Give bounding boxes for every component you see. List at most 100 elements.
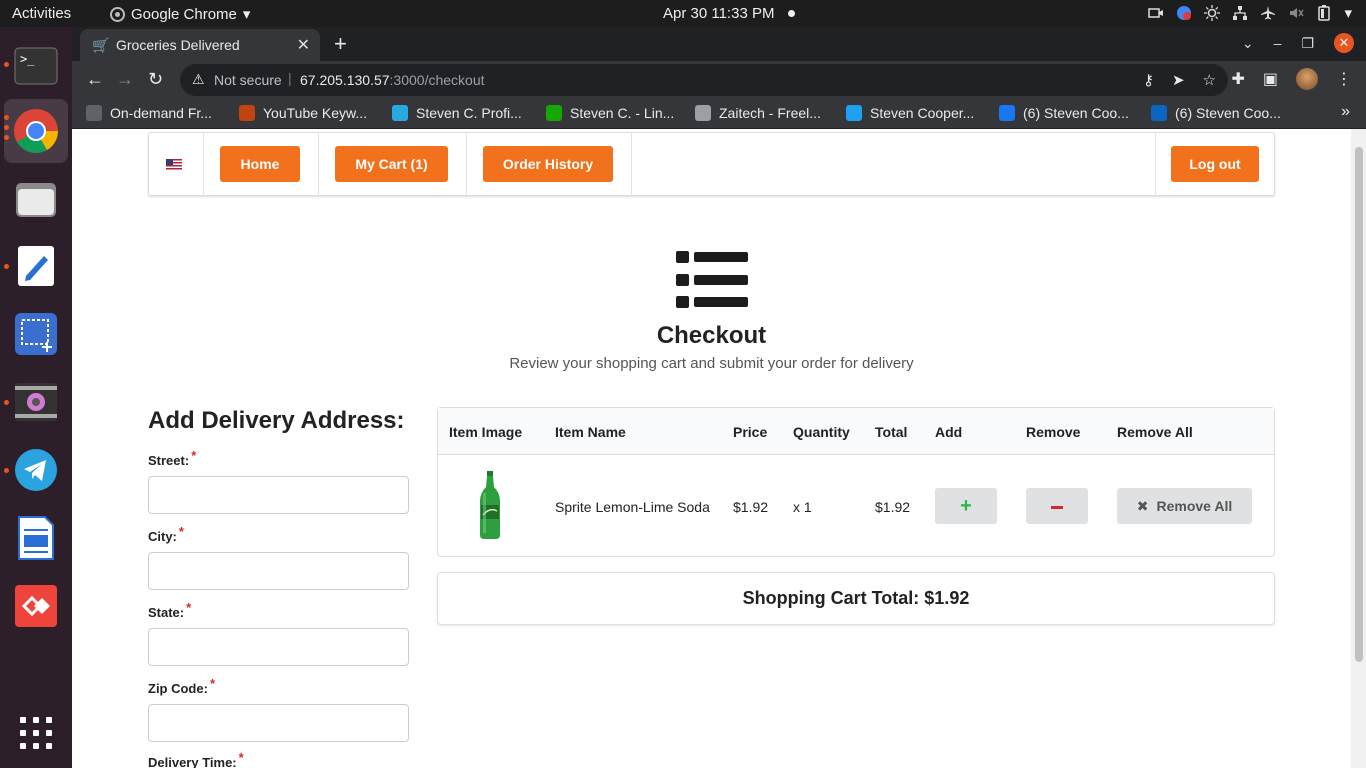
street-input[interactable] <box>148 476 409 514</box>
system-tray[interactable]: ▾ <box>1148 4 1352 22</box>
tab-search-icon[interactable]: ⌄ <box>1242 35 1254 52</box>
star-icon[interactable]: ☆ <box>1203 71 1216 89</box>
cart-favicon-icon: 🛒 <box>92 37 110 53</box>
bookmark-item[interactable]: Steven Cooper... <box>846 105 974 121</box>
window-controls: ⌄ – ❐ ✕ <box>1242 33 1354 53</box>
bookmark-item[interactable]: On-demand Fr... <box>86 105 212 121</box>
state-input[interactable] <box>148 628 409 666</box>
order-history-button[interactable]: Order History <box>483 146 613 182</box>
col-item-name: Item Name <box>555 424 626 440</box>
forward-arrow-icon[interactable]: → <box>116 69 134 90</box>
bird-icon <box>392 105 408 121</box>
app-menu-label: Google Chrome <box>131 5 237 23</box>
chrome-icon <box>14 109 58 153</box>
address-bar[interactable]: ⚠ Not secure | 67.205.130.57:3000/checko… <box>180 64 1228 96</box>
logout-button[interactable]: Log out <box>1171 146 1259 182</box>
power-menu-caret-icon: ▾ <box>1344 5 1352 22</box>
menu-cell-logout: Log out <box>1155 133 1274 195</box>
svg-text:>_: >_ <box>20 52 35 66</box>
camera-icon <box>1148 8 1164 18</box>
terminal-launcher[interactable]: >_ <box>12 42 60 90</box>
url-separator: | <box>288 70 292 86</box>
caret-down-icon: ▾ <box>242 6 251 23</box>
screenshot-launcher[interactable] <box>12 310 60 358</box>
document-writer-icon <box>18 516 54 560</box>
kebab-menu-icon[interactable]: ⋮ <box>1336 69 1352 89</box>
bookmark-label: Zaitech - Freel... <box>719 105 821 121</box>
back-arrow-icon[interactable]: ← <box>86 69 104 90</box>
street-label-text: Street: <box>148 453 190 468</box>
reload-icon[interactable]: ↻ <box>148 69 163 90</box>
language-selector[interactable] <box>149 133 204 195</box>
app-menu[interactable]: Google Chrome ▾ <box>110 5 250 23</box>
running-indicator-icon <box>4 400 9 405</box>
bookmark-item[interactable]: (6) Steven Coo... <box>1151 105 1281 121</box>
add-button[interactable]: + <box>935 488 997 524</box>
send-icon[interactable]: ➤ <box>1172 71 1185 89</box>
scrollbar-thumb[interactable] <box>1355 147 1363 662</box>
tab-strip: 🛒 Groceries Delivered ✕ + ⌄ – ❐ ✕ <box>72 27 1366 61</box>
notification-dot-icon <box>788 10 795 17</box>
item-price: $1.92 <box>733 499 769 515</box>
url-host: 67.205.130.57 <box>300 72 390 88</box>
activities-button[interactable]: Activities <box>12 5 71 22</box>
chrome-launcher[interactable] <box>4 99 68 163</box>
telegram-launcher[interactable] <box>12 446 60 494</box>
us-flag-icon <box>166 159 182 170</box>
zip-input[interactable] <box>148 704 409 742</box>
page-viewport: Home My Cart (1) Order History Log out C… <box>72 129 1351 768</box>
profile-avatar[interactable] <box>1296 68 1318 90</box>
text-editor-launcher[interactable] <box>12 242 60 290</box>
bookmark-item[interactable]: Zaitech - Freel... <box>695 105 821 121</box>
home-button[interactable]: Home <box>220 146 300 182</box>
folder-icon <box>16 183 56 217</box>
key-icon[interactable]: ⚷ <box>1143 71 1154 89</box>
telegram-icon <box>15 449 57 491</box>
delivery-time-label-text: Delivery Time: <box>148 755 237 768</box>
battery-icon <box>1318 5 1331 21</box>
extensions-puzzle-icon[interactable]: ✚ <box>1231 69 1244 89</box>
required-asterisk: * <box>178 524 184 539</box>
show-applications-button[interactable] <box>12 709 60 757</box>
new-tab-button[interactable]: + <box>334 31 347 57</box>
delivery-time-label: Delivery Time: * <box>148 750 244 768</box>
video-launcher[interactable] <box>12 378 60 426</box>
tab-title: Groceries Delivered <box>116 37 240 53</box>
col-add: Add <box>935 424 963 440</box>
minus-icon <box>1051 505 1063 509</box>
city-label: City: * <box>148 524 184 544</box>
remove-all-button[interactable]: ✖ Remove All <box>1117 488 1252 524</box>
street-label: Street: * <box>148 448 196 468</box>
close-window-icon[interactable]: ✕ <box>1334 33 1354 53</box>
restore-icon[interactable]: ❐ <box>1301 35 1314 52</box>
required-asterisk: * <box>186 600 192 615</box>
city-label-text: City: <box>148 529 177 544</box>
files-launcher[interactable] <box>12 175 60 223</box>
bookmark-item[interactable]: Steven C. - Lin... <box>546 105 674 121</box>
item-quantity: x 1 <box>793 499 812 515</box>
bookmark-item[interactable]: YouTube Keyw... <box>239 105 367 121</box>
page-scrollbar[interactable] <box>1351 129 1366 768</box>
warning-icon: ⚠ <box>192 71 205 87</box>
bookmark-item[interactable]: (6) Steven Coo... <box>999 105 1129 121</box>
anydesk-launcher[interactable] <box>12 582 60 630</box>
video-player-icon <box>15 383 57 421</box>
side-panel-icon[interactable]: ▣ <box>1263 69 1278 89</box>
table-header: Item Image Item Name Price Quantity Tota… <box>438 408 1274 455</box>
url-text: 67.205.130.57:3000/checkout <box>300 72 485 88</box>
bookmark-item[interactable]: Steven C. Profi... <box>392 105 522 121</box>
chrome-badge-icon <box>1177 6 1192 20</box>
col-total: Total <box>875 424 908 440</box>
my-cart-button[interactable]: My Cart (1) <box>335 146 448 182</box>
url-path: :3000/checkout <box>389 72 485 88</box>
tab-close-icon[interactable]: ✕ <box>297 35 310 55</box>
minimize-icon[interactable]: – <box>1274 35 1282 51</box>
menu-cell-cart: My Cart (1) <box>319 133 467 195</box>
more-bookmarks-icon[interactable]: » <box>1341 103 1350 121</box>
tab-groceries[interactable]: 🛒 Groceries Delivered ✕ <box>80 29 320 61</box>
writer-launcher[interactable] <box>12 514 60 562</box>
clock[interactable]: Apr 30 11:33 PM <box>663 5 774 22</box>
city-input[interactable] <box>148 552 409 590</box>
remove-button[interactable] <box>1026 488 1088 524</box>
volume-icon <box>1290 8 1305 18</box>
